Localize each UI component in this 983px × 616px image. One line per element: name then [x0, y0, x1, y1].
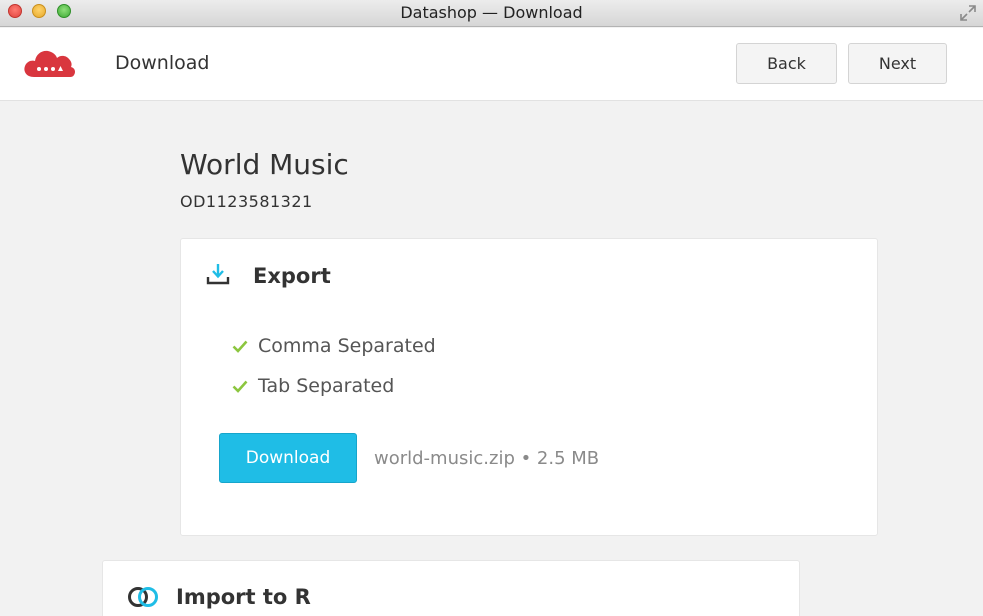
file-info: world-music.zip • 2.5 MB: [374, 448, 600, 469]
cloud-logo-icon[interactable]: [22, 46, 76, 80]
page-title: Download: [115, 52, 210, 74]
import-card: Import to R: [102, 560, 800, 616]
format-option-tsv[interactable]: Tab Separated: [231, 374, 394, 398]
format-option-csv[interactable]: Comma Separated: [231, 334, 436, 358]
checkmark-icon: [232, 380, 248, 393]
window-titlebar: Datashop — Download: [0, 0, 983, 27]
format-label: Tab Separated: [258, 375, 395, 397]
next-button[interactable]: Next: [848, 43, 947, 84]
dataset-id: OD1123581321: [180, 192, 313, 211]
download-button[interactable]: Download: [219, 433, 357, 483]
window-title: Datashop — Download: [400, 3, 583, 22]
checkmark-icon: [232, 340, 248, 353]
dataset-title: World Music: [180, 148, 349, 181]
format-label: Comma Separated: [258, 335, 436, 357]
export-card: Export Comma Separated Tab Separated Dow…: [180, 238, 878, 536]
r-rings-icon: [128, 587, 158, 607]
export-title: Export: [253, 264, 331, 288]
back-button[interactable]: Back: [736, 43, 837, 84]
app-header: Download Back Next: [0, 28, 983, 101]
import-title: Import to R: [176, 585, 311, 609]
download-tray-icon: [206, 264, 230, 285]
fullscreen-icon[interactable]: [959, 4, 977, 22]
